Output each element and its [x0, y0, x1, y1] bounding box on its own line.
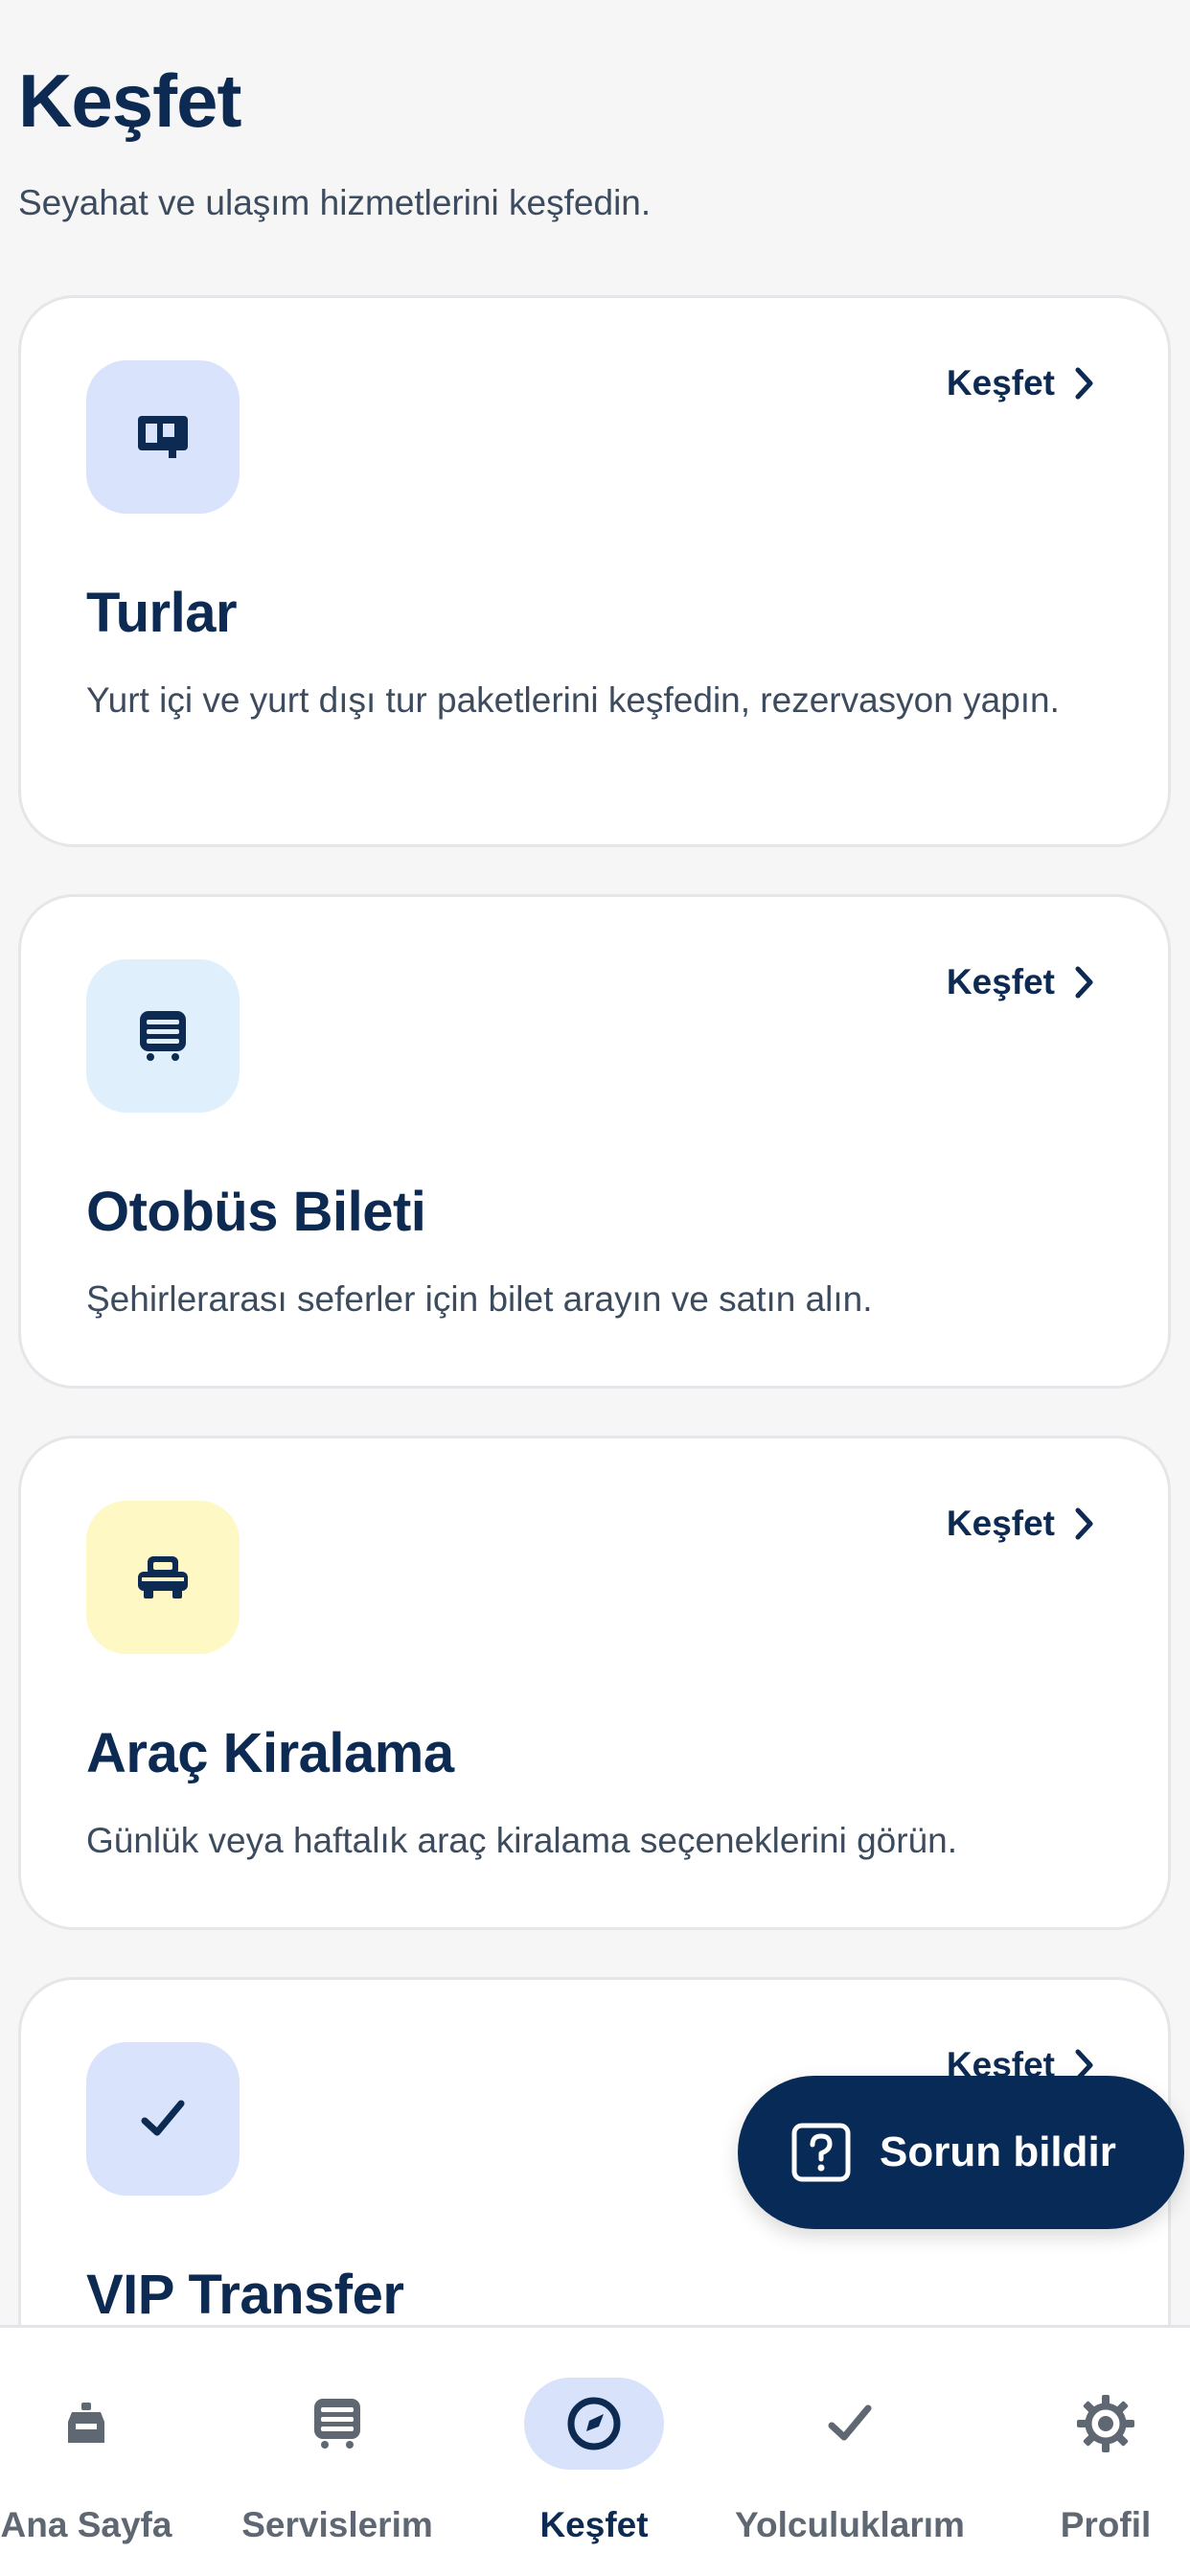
gear-icon [1036, 2378, 1176, 2470]
car-icon [86, 1501, 240, 1654]
explore-link[interactable]: Keşfet [947, 1504, 1095, 1544]
check-icon [86, 2042, 240, 2196]
explore-link[interactable]: Keşfet [947, 363, 1095, 403]
service-card-bus-ticket[interactable]: Keşfet Otobüs Bileti Şehirlerarası sefer… [18, 894, 1171, 1389]
tab-explore[interactable]: Keşfet [469, 2328, 719, 2576]
card-title: Otobüs Bileti [86, 1181, 426, 1243]
explore-link-label: Keşfet [946, 1504, 1055, 1543]
tab-home[interactable]: Ana Sayfa [0, 2328, 211, 2576]
question-icon [791, 2123, 851, 2182]
card-description: Yurt içi ve yurt dışı tur paketlerini ke… [86, 680, 1060, 720]
tour-map-icon [86, 360, 240, 514]
explore-link[interactable]: Keşfet [947, 962, 1095, 1002]
explore-screen: Keşfet Seyahat ve ulaşım hizmetlerini ke… [0, 0, 1190, 2576]
bottom-tab-bar: Ana Sayfa Servislerim Keşfet Yolculuklar… [0, 2325, 1190, 2576]
chevron-right-icon [1075, 1507, 1093, 1540]
bus-icon [267, 2378, 407, 2470]
bus-icon [86, 959, 240, 1113]
service-card-car-rental[interactable]: Keşfet Araç Kiralama Günlük veya haftalı… [18, 1436, 1171, 1930]
tab-label: Ana Sayfa [0, 2505, 172, 2544]
tab-label: Servislerim [241, 2505, 433, 2544]
tab-label: Profil [1060, 2505, 1152, 2544]
report-issue-label: Sorun bildir [880, 2128, 1116, 2175]
tab-label: Yolculuklarım [735, 2505, 965, 2544]
tab-label: Keşfet [539, 2505, 649, 2544]
chevron-right-icon [1075, 966, 1093, 999]
card-description: Şehirlerarası seferler için bilet arayın… [86, 1279, 873, 1319]
card-title: VIP Transfer [86, 2264, 404, 2326]
card-title: Turlar [86, 582, 238, 644]
report-issue-button[interactable]: Sorun bildir [738, 2076, 1184, 2229]
explore-link-label: Keşfet [946, 962, 1055, 1001]
page-title: Keşfet [18, 58, 241, 143]
tab-services[interactable]: Servislerim [213, 2328, 462, 2576]
page-header: Keşfet Seyahat ve ulaşım hizmetlerini ke… [18, 63, 651, 223]
chevron-right-icon [1075, 367, 1093, 400]
check-icon [780, 2378, 920, 2470]
tab-profile[interactable]: Profil [981, 2328, 1190, 2576]
service-card-tours[interactable]: Keşfet Turlar Yurt içi ve yurt dışı tur … [18, 295, 1171, 847]
card-description: Günlük veya haftalık araç kiralama seçen… [86, 1821, 958, 1860]
page-subtitle: Seyahat ve ulaşım hizmetlerini keşfedin. [18, 183, 652, 222]
card-title: Araç Kiralama [86, 1722, 454, 1784]
explore-link-label: Keşfet [946, 363, 1055, 402]
tab-trips[interactable]: Yolculuklarım [725, 2328, 974, 2576]
home-icon [16, 2378, 156, 2470]
compass-icon [524, 2378, 664, 2470]
